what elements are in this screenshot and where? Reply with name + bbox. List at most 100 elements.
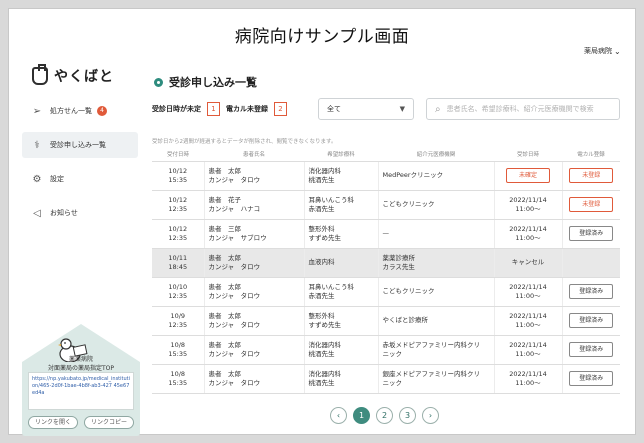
page-button[interactable]: 3 <box>399 407 416 424</box>
visit-datetime-cell: 2022/11/14 11:00〜 <box>494 219 563 249</box>
received-datetime-cell-line: 10/8 <box>170 340 186 349</box>
table-row[interactable]: 10/8 15:35 患者 太郎 カンジャ タロウ 消化器内科 桃酒先生 赤坂メドピアファミ… <box>152 335 620 365</box>
unregistered-button[interactable]: 未登録 <box>569 197 614 212</box>
department-cell: 耳鼻いんこう科 赤酒先生 <box>304 190 379 220</box>
received-datetime-cell-line: 10/8 <box>170 369 186 378</box>
received-datetime-cell: 10/8 15:35 <box>152 335 205 365</box>
department-cell-line: 整形外科 <box>308 311 335 320</box>
hospital-menu[interactable]: 薬局病院 ⌄ <box>584 46 621 56</box>
nav-item-label: 処方せん一覧 <box>50 107 92 115</box>
table-row[interactable]: 10/10 12:35 患者 太郎 カンジャ タロウ 耳鼻いんこう科 赤酒先生 こどもクリニ… <box>152 277 620 307</box>
patient-name-cell: 患者 太郎 カンジャ タロウ <box>204 335 305 365</box>
referrer-cell-line: 薬薬診療所 <box>382 253 416 262</box>
referrer-cell-line: こどもクリニック <box>382 200 435 208</box>
visit-datetime-cell: 2022/11/14 11:00〜 <box>494 306 563 336</box>
department-cell-line: 消化器内科 <box>308 166 342 175</box>
chevron-down-icon: ⌄ <box>614 46 621 56</box>
nav-item-settings[interactable]: ⚙ 設定 <box>22 166 138 192</box>
page-title-text: 受診申し込み一覧 <box>169 76 257 89</box>
department-cell-line: 血液内科 <box>308 258 335 266</box>
status-select-value: 全て <box>327 105 341 113</box>
department-cell-line: 桃酒先生 <box>308 378 335 387</box>
column-header: 受付日時 <box>152 147 204 162</box>
page-button[interactable]: 1 <box>353 407 370 424</box>
nav-item-prescriptions[interactable]: ➢ 処方せん一覧 4 <box>22 98 138 124</box>
patient-name-cell: 患者 太郎 カンジャ タロウ <box>204 161 305 191</box>
caret-down-icon: ▼ <box>399 105 405 113</box>
title-bullet-icon <box>154 77 163 87</box>
search-input[interactable] <box>446 105 617 113</box>
patient-name-cell-line: カンジャ タロウ <box>208 262 261 271</box>
table-row[interactable]: 10/12 15:35 患者 太郎 カンジャ タロウ 消化器内科 桃酒先生 MedPeerク… <box>152 161 620 191</box>
promo-subtitle: 対面薬局の薬局指定TOP <box>47 365 114 372</box>
referrer-cell: こどもクリニック <box>378 277 495 307</box>
table-row[interactable]: 10/12 12:35 患者 花子 カンジャ ハナコ 耳鼻いんこう科 赤酒先生 こどもクリニ… <box>152 190 620 220</box>
received-datetime-cell-line: 12:35 <box>168 233 188 242</box>
patient-name-cell-line: 患者 太郎 <box>208 340 242 349</box>
department-cell-line: 整形外科 <box>308 224 335 233</box>
consultation-table: 受付日時 患者氏名 希望診療科 紹介元医療機関 受診日時 電カル登録 10/12… <box>152 147 620 394</box>
table-row[interactable]: 10/11 18:45 患者 太郎 カンジャ タロウ 血液内科 薬薬診療所 カラス先生 キャン… <box>152 248 620 278</box>
patient-name-cell-line: カンジャ タロウ <box>208 378 261 387</box>
referrer-cell: MedPeerクリニック <box>378 161 495 191</box>
patient-name-cell-line: カンジャ ハナコ <box>208 204 261 213</box>
visit-datetime-line: 11:00〜 <box>515 291 541 300</box>
department-cell-line: すずめ先生 <box>308 320 342 329</box>
unregistered-button[interactable]: 未登録 <box>569 168 614 183</box>
nav-item-label: 受診申し込み一覧 <box>50 141 106 149</box>
copy-link-button[interactable]: リンクコピー <box>84 416 134 429</box>
received-datetime-cell: 10/10 12:35 <box>152 277 205 307</box>
received-datetime-cell: 10/8 15:35 <box>152 364 205 394</box>
received-datetime-cell-line: 10/12 <box>168 166 188 175</box>
registered-button[interactable]: 登録済み <box>569 313 614 328</box>
promo-hospital-name: 薬薬病院 <box>68 356 93 363</box>
registration-cell <box>562 248 620 278</box>
send-icon: ➢ <box>32 105 42 117</box>
logo-text: やくばと <box>54 69 114 85</box>
promo-url[interactable]: https://np.yakubato.jp/medical_instituti… <box>28 372 134 410</box>
prev-page-button[interactable]: ‹ <box>330 407 347 424</box>
filter-unregistered-count[interactable]: 2 <box>274 102 287 116</box>
registered-button[interactable]: 登録済み <box>569 342 614 357</box>
filter-unset-label[interactable]: 受診日時が未定 <box>152 104 201 114</box>
gear-icon: ⚙ <box>32 173 42 185</box>
next-page-button[interactable]: › <box>422 407 439 424</box>
table-row[interactable]: 10/12 12:35 患者 三郎 カンジャ サブロウ 整形外科 すずめ先生 —2022/1… <box>152 219 620 249</box>
registration-cell: 未登録 <box>562 161 620 191</box>
patient-name-cell-line: 患者 太郎 <box>208 166 242 175</box>
nav-item-news[interactable]: ◁ お知らせ <box>22 200 138 226</box>
registered-button[interactable]: 登録済み <box>569 371 614 386</box>
received-datetime-cell-line: 15:35 <box>168 349 188 358</box>
table-row[interactable]: 10/9 12:35 患者 太郎 カンジャ タロウ 整形外科 すずめ先生 やくばと診療所 20… <box>152 306 620 336</box>
referrer-cell: やくばと診療所 <box>378 306 495 336</box>
registered-button[interactable]: 登録済み <box>569 284 614 299</box>
registration-cell: 登録済み <box>562 335 620 365</box>
nav-item-label: 設定 <box>50 175 64 183</box>
received-datetime-cell-line: 12:35 <box>168 320 188 329</box>
patient-name-cell-line: カンジャ タロウ <box>208 320 261 329</box>
logo[interactable]: やくばと <box>32 64 114 86</box>
department-cell-line: 耳鼻いんこう科 <box>308 282 355 291</box>
page-button[interactable]: 2 <box>376 407 393 424</box>
visit-unconfirmed-button[interactable]: 未確定 <box>506 168 550 183</box>
referrer-cell-line: こどもクリニック <box>382 287 435 295</box>
nav-item-consultations[interactable]: ⚕ 受診申し込み一覧 <box>22 132 138 158</box>
filter-unset-count[interactable]: 1 <box>207 102 220 116</box>
received-datetime-cell-line: 10/12 <box>168 195 188 204</box>
registered-button[interactable]: 登録済み <box>569 226 614 241</box>
filter-unregistered-label[interactable]: 電カル未登録 <box>226 104 268 114</box>
received-datetime-cell: 10/11 18:45 <box>152 248 205 278</box>
department-cell-line: 耳鼻いんこう科 <box>308 195 355 204</box>
status-select[interactable]: 全て ▼ <box>318 98 414 120</box>
referrer-cell: こどもクリニック <box>378 190 495 220</box>
received-datetime-cell-line: 15:35 <box>168 378 188 387</box>
department-cell-line: 桃酒先生 <box>308 175 335 184</box>
referrer-cell: 銀座メドピアファミリー内科クリ ニック <box>378 364 495 394</box>
table-row[interactable]: 10/8 15:35 患者 太郎 カンジャ タロウ 消化器内科 桃酒先生 銀座メドピアファミ… <box>152 364 620 394</box>
patient-name-cell-line: 患者 太郎 <box>208 253 242 262</box>
open-link-button[interactable]: リンクを開く <box>28 416 78 429</box>
column-header: 受診日時 <box>494 147 562 162</box>
received-datetime-cell-line: 10/12 <box>168 224 188 233</box>
visit-datetime-line: 11:00〜 <box>515 233 541 242</box>
registration-cell: 登録済み <box>562 219 620 249</box>
